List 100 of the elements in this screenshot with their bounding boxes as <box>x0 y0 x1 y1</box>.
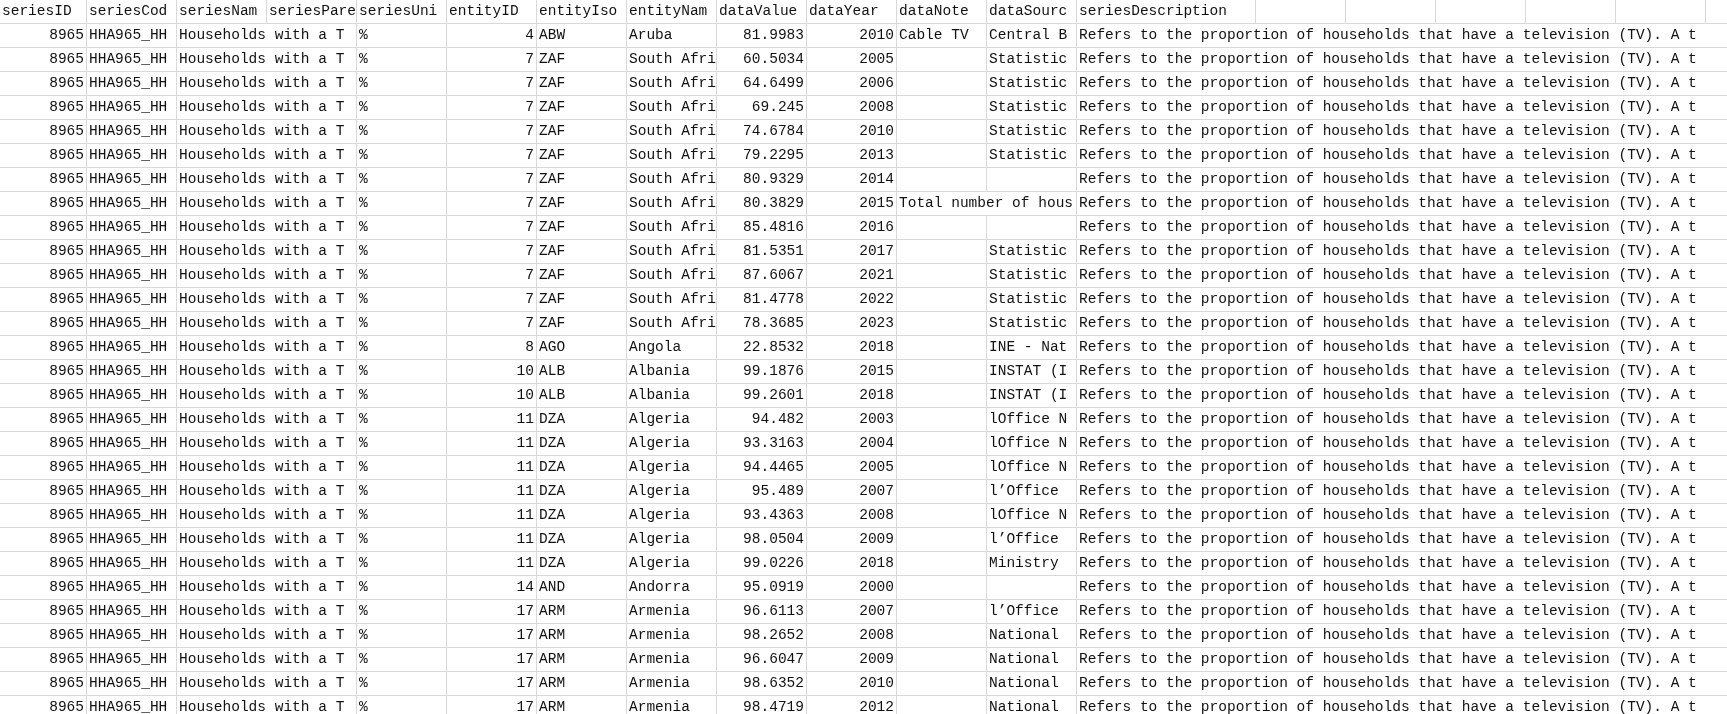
table-cell-text: 69.245 <box>751 98 804 117</box>
table-cell-text: 8965 <box>49 626 84 645</box>
table-cell-text: Refers to the proportion of households that have a television (TV). A t <box>1079 698 1697 714</box>
table-cell-text: ALB <box>539 362 566 381</box>
table-cell-text: % <box>359 626 368 645</box>
table-cell-text: Households with a T <box>179 602 345 621</box>
table-cell-text: 94.482 <box>751 410 804 429</box>
table-cell-text: Households with a T <box>179 314 345 333</box>
table-cell-text: Refers to the proportion of households that have a television (TV). A t <box>1079 578 1697 597</box>
table-cell-text: INE - Nat <box>989 338 1068 357</box>
table-cell-text: Households with a T <box>179 626 345 645</box>
table-cell-text: % <box>359 242 368 261</box>
table-cell-text: 8965 <box>49 98 84 117</box>
table-cell-text: 8965 <box>49 50 84 69</box>
table-cell-text: National <box>989 650 1059 669</box>
column-header: entityNam <box>627 0 717 24</box>
table-cell-text: Statistic <box>989 74 1068 93</box>
table-cell-text: Refers to the proportion of households that have a television (TV). A t <box>1079 170 1697 189</box>
column-header: seriesID <box>0 0 87 24</box>
table-cell-text: DZA <box>539 434 566 453</box>
table-cell-text: Households with a T <box>179 50 345 69</box>
table-cell-text: Algeria <box>629 434 690 453</box>
table-cell-text: National <box>989 698 1059 714</box>
table-cell-text: 2008 <box>859 506 894 525</box>
table-cell-text: Households with a T <box>179 146 345 165</box>
table-cell-text: ZAF <box>539 170 566 189</box>
table-cell-text: 2010 <box>859 26 894 45</box>
table-cell-text: 81.4778 <box>743 290 804 309</box>
table-cell-text: % <box>359 74 368 93</box>
table-cell-text: Households with a T <box>179 242 345 261</box>
table-cell-text: Refers to the proportion of households that have a television (TV). A t <box>1079 482 1697 501</box>
table-cell-text: % <box>359 26 368 45</box>
table-cell-text: Armenia <box>629 698 690 714</box>
table-cell-text: Households with a T <box>179 482 345 501</box>
table-cell-text: National <box>989 674 1059 693</box>
table-cell-text: HHA965_HH <box>89 530 168 549</box>
table-cell-text: 17 <box>516 674 534 693</box>
table-cell-text: Refers to the proportion of households that have a television (TV). A t <box>1079 650 1697 669</box>
table-cell-text: Households with a T <box>179 74 345 93</box>
column-header: dataSourc <box>987 0 1077 24</box>
table-cell-text: 2018 <box>859 554 894 573</box>
table-cell-text: Algeria <box>629 482 690 501</box>
column-header: entityID <box>447 0 537 24</box>
column-header: seriesPare <box>267 0 357 24</box>
table-cell-text: % <box>359 362 368 381</box>
table-cell-text: l’Office <box>989 482 1059 501</box>
table-cell-text: 8965 <box>49 650 84 669</box>
table-cell-text: ZAF <box>539 242 566 261</box>
table-cell-text: Households with a T <box>179 338 345 357</box>
table-cell-text: HHA965_HH <box>89 674 168 693</box>
table-cell-text: DZA <box>539 506 566 525</box>
table-cell-text: Albania <box>629 386 690 405</box>
table-cell-text: 60.5034 <box>743 50 804 69</box>
table-cell-text: Ministry <box>989 554 1059 573</box>
table-cell-text: HHA965_HH <box>89 98 168 117</box>
table-cell-text: % <box>359 170 368 189</box>
table-cell-text: 99.1876 <box>743 362 804 381</box>
table-cell-text: 7 <box>525 218 534 237</box>
table-cell-text: 8965 <box>49 338 84 357</box>
table-cell-text: 95.489 <box>751 482 804 501</box>
table-cell-text: 8 <box>525 338 534 357</box>
table-cell-text: Refers to the proportion of households that have a television (TV). A t <box>1079 626 1697 645</box>
table-cell-text: 81.9983 <box>743 26 804 45</box>
table-cell-text: HHA965_HH <box>89 506 168 525</box>
table-cell-text: Andorra <box>629 578 690 597</box>
table-cell-text: HHA965_HH <box>89 50 168 69</box>
column-header: dataYear <box>807 0 897 24</box>
table-cell-text: National <box>989 626 1059 645</box>
table-cell-text: 64.6499 <box>743 74 804 93</box>
table-cell-text: Households with a T <box>179 674 345 693</box>
table-cell-text: ALB <box>539 386 566 405</box>
table-cell-text: 80.3829 <box>743 194 804 213</box>
table-cell-text: 8965 <box>49 602 84 621</box>
table-cell-text: South Afri <box>629 122 716 141</box>
table-cell-text: 98.0504 <box>743 530 804 549</box>
table-cell-text: lOffice N <box>989 458 1068 477</box>
table-cell-text: 2006 <box>859 74 894 93</box>
table-cell-text: % <box>359 578 368 597</box>
table-cell-text: % <box>359 674 368 693</box>
table-cell-text: % <box>359 218 368 237</box>
table-cell-text: Households with a T <box>179 434 345 453</box>
table-cell-text: Refers to the proportion of households that have a television (TV). A t <box>1079 506 1697 525</box>
table-cell-text: 94.4465 <box>743 458 804 477</box>
table-cell-text: South Afri <box>629 146 716 165</box>
table-cell-text: 8965 <box>49 506 84 525</box>
table-cell-text: % <box>359 434 368 453</box>
table-cell-text: Statistic <box>989 242 1068 261</box>
table-cell-text: 8965 <box>49 578 84 597</box>
table-cell-text: 7 <box>525 74 534 93</box>
table-cell-text: HHA965_HH <box>89 242 168 261</box>
table-cell-text: HHA965_HH <box>89 386 168 405</box>
table-cell-text: HHA965_HH <box>89 554 168 573</box>
table-cell-text: % <box>359 410 368 429</box>
table-cell-text: 74.6784 <box>743 122 804 141</box>
table-cell-text: % <box>359 506 368 525</box>
table-cell-text: Statistic <box>989 290 1068 309</box>
table-cell-text: Total number of hous <box>899 194 1074 213</box>
column-header: seriesUni <box>357 0 447 24</box>
table-cell-text: 80.9329 <box>743 170 804 189</box>
table-cell-text: Refers to the proportion of households that have a television (TV). A t <box>1079 122 1697 141</box>
